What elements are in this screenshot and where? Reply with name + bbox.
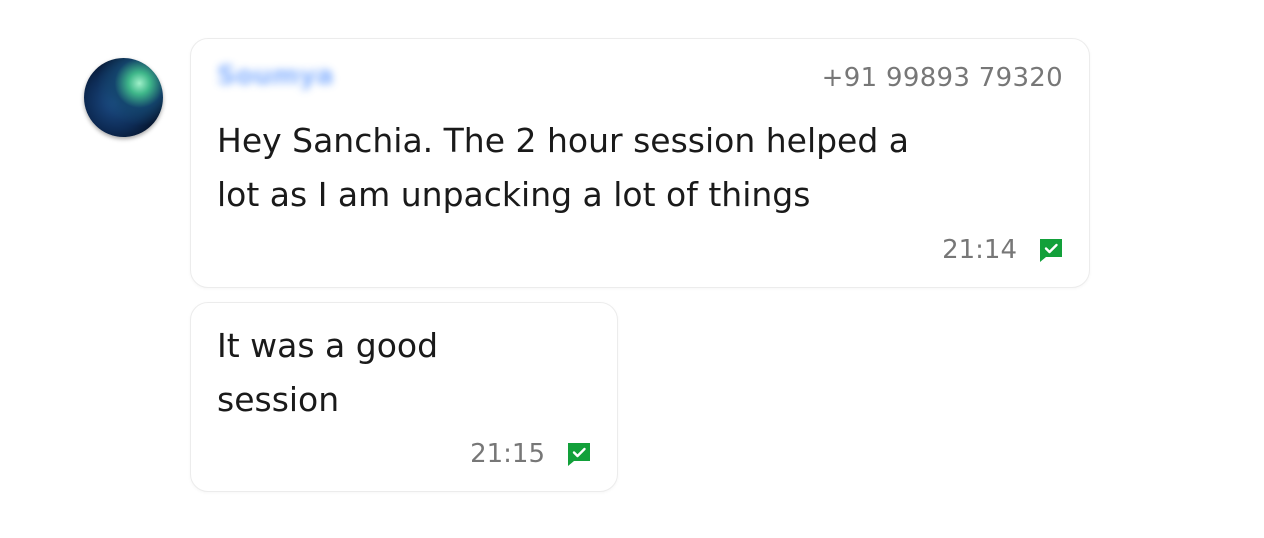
message-line: lot as I am unpacking a lot of things [217, 175, 811, 214]
message-text: Hey Sanchia. The 2 hour session helped a… [217, 114, 977, 222]
message-meta: 21:14 [942, 235, 1065, 265]
message-line: Hey Sanchia. The 2 hour session helped a [217, 121, 910, 160]
message-time: 21:15 [470, 439, 545, 469]
sender-phone[interactable]: +91 99893 79320 [822, 63, 1063, 93]
chat-thread: Soumya +91 99893 79320 Hey Sanchia. The … [0, 0, 1264, 538]
read-check-icon [568, 443, 590, 466]
contact-avatar[interactable] [84, 58, 163, 137]
message-line: It was a good [217, 326, 439, 365]
read-check-icon [1040, 239, 1062, 262]
message-text: It was a good session [217, 319, 537, 427]
message-bubble[interactable]: Soumya +91 99893 79320 Hey Sanchia. The … [190, 38, 1090, 288]
message-line: session [217, 380, 340, 419]
sender-name: Soumya [217, 61, 334, 91]
message-time: 21:14 [942, 235, 1017, 265]
message-meta: 21:15 [470, 439, 593, 469]
message-bubble[interactable]: It was a good session 21:15 [190, 302, 618, 492]
